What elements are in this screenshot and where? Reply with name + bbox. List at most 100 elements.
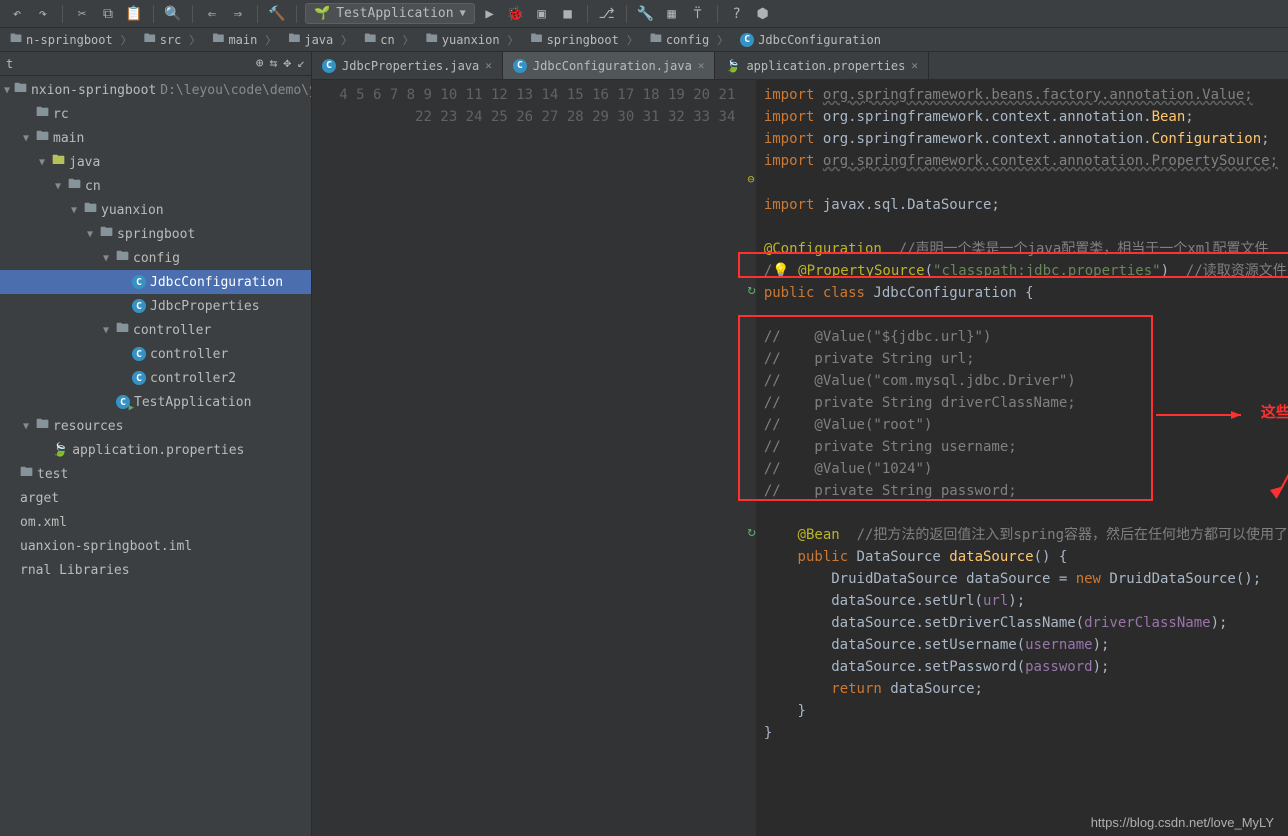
properties-icon: 🍃 xyxy=(52,443,68,458)
class-icon: C xyxy=(740,33,754,47)
code-content[interactable]: import org.springframework.beans.factory… xyxy=(756,80,1288,836)
project-sidebar: t ⊕ ⇆ ✥ ↙ ▼🖿nxion-springboot D:\leyou\co… xyxy=(0,52,312,836)
tree-item-rnal Libraries[interactable]: rnal Libraries xyxy=(0,558,311,582)
chevron-icon: ▼ xyxy=(20,133,32,144)
cut-icon[interactable]: ✂ xyxy=(71,3,93,25)
run-config-label: TestApplication xyxy=(336,6,453,21)
folder-icon: 🖿 xyxy=(14,79,27,101)
tab-JdbcProperties.java[interactable]: CJdbcProperties.java✕ xyxy=(312,52,503,79)
chevron-icon: ▼ xyxy=(100,325,112,336)
chevron-icon: ▼ xyxy=(52,181,64,192)
annotation-text: 这些就不需要了，注释或者删掉 xyxy=(1261,402,1288,424)
tree-item-rc[interactable]: 🖿rc xyxy=(0,102,311,126)
tab-application.properties[interactable]: 🍃application.properties✕ xyxy=(715,52,929,79)
forward-icon[interactable]: ⇒ xyxy=(227,3,249,25)
hierarchy-icon[interactable]: ⍡ xyxy=(687,3,709,25)
breadcrumb-JdbcConfiguration[interactable]: CJdbcConfiguration xyxy=(734,33,895,47)
gutter-run-icon[interactable]: ↻ xyxy=(747,282,755,298)
main-toolbar: ↶ ↷ ✂ ⧉ 📋 🔍 ⇐ ⇒ 🔨 🌱 TestApplication ▼ ▶ … xyxy=(0,0,1288,28)
folder-icon: 🖿 xyxy=(426,29,438,50)
chevron-down-icon: ▼ xyxy=(460,8,466,19)
tree-item-resources[interactable]: ▼🖿resources xyxy=(0,414,311,438)
breadcrumb-yuanxion[interactable]: 🖿yuanxion xyxy=(420,29,525,50)
breadcrumb-cn[interactable]: 🖿cn xyxy=(358,29,419,50)
class-icon: C xyxy=(132,347,146,361)
line-gutter: 4 5 6 7 8 9 10 11 12 13 14 15 16 17 18 1… xyxy=(312,80,745,836)
class-icon: C xyxy=(132,371,146,385)
folder-icon: 🖿 xyxy=(36,415,49,437)
tree-item-controller[interactable]: Ccontroller xyxy=(0,342,311,366)
tree-item-controller2[interactable]: Ccontroller2 xyxy=(0,366,311,390)
breadcrumb-main[interactable]: 🖿main xyxy=(206,29,282,50)
settings-icon[interactable]: ✥ xyxy=(283,56,291,71)
package-icon: 🖿 xyxy=(84,199,97,221)
tree-item-main[interactable]: ▼🖿main xyxy=(0,126,311,150)
close-icon[interactable]: ✕ xyxy=(485,59,492,72)
gutter-bean-icon[interactable]: ↻ xyxy=(747,524,755,540)
breadcrumb-java[interactable]: 🖿java xyxy=(282,29,358,50)
breadcrumb-springboot[interactable]: 🖿springboot xyxy=(525,29,644,50)
chevron-icon: ▼ xyxy=(68,205,80,216)
sidebar-header: t ⊕ ⇆ ✥ ↙ xyxy=(0,52,311,76)
debug-icon[interactable]: 🐞 xyxy=(505,3,527,25)
class-icon: C xyxy=(322,59,336,73)
project-tree[interactable]: ▼🖿nxion-springboot D:\leyou\code\demo\yu… xyxy=(0,76,311,836)
wrench-icon[interactable]: 🔧 xyxy=(635,3,657,25)
package-icon: 🖿 xyxy=(116,247,129,269)
tree-item-om.xml[interactable]: om.xml xyxy=(0,510,311,534)
folder-icon: 🖿 xyxy=(212,29,224,50)
close-icon[interactable]: ✕ xyxy=(911,59,918,72)
sidebar-title: t xyxy=(6,57,13,71)
class-icon: C xyxy=(132,299,146,313)
annotation-box-1 xyxy=(738,252,1288,278)
tree-item-springboot[interactable]: ▼🖿springboot xyxy=(0,222,311,246)
run-configuration-selector[interactable]: 🌱 TestApplication ▼ xyxy=(305,3,475,24)
stop-icon[interactable]: ■ xyxy=(557,3,579,25)
tree-item-nxion-springboot[interactable]: ▼🖿nxion-springboot D:\leyou\code\demo\yu… xyxy=(0,78,311,102)
tree-item-test[interactable]: 🖿test xyxy=(0,462,311,486)
undo-icon[interactable]: ↶ xyxy=(6,3,28,25)
tree-item-uanxion-springboot.iml[interactable]: uanxion-springboot.iml xyxy=(0,534,311,558)
tree-item-config[interactable]: ▼🖿config xyxy=(0,246,311,270)
build-icon[interactable]: 🔨 xyxy=(266,3,288,25)
close-icon[interactable]: ✕ xyxy=(698,59,705,72)
annotation-box-2 xyxy=(738,315,1153,501)
properties-icon: 🍃 xyxy=(725,59,740,73)
tree-item-application.properties[interactable]: 🍃application.properties xyxy=(0,438,311,462)
tree-item-yuanxion[interactable]: ▼🖿yuanxion xyxy=(0,198,311,222)
code-editor[interactable]: 4 5 6 7 8 9 10 11 12 13 14 15 16 17 18 1… xyxy=(312,80,1288,836)
help-icon[interactable]: ? xyxy=(726,3,748,25)
tree-item-JdbcConfiguration[interactable]: CJdbcConfiguration xyxy=(0,270,311,294)
collapse-icon[interactable]: ⇆ xyxy=(270,56,278,71)
class-run-icon: C▶ xyxy=(116,395,130,409)
tree-item-TestApplication[interactable]: C▶TestApplication xyxy=(0,390,311,414)
find-icon[interactable]: 🔍 xyxy=(162,3,184,25)
breadcrumb-n-springboot[interactable]: 🖿n-springboot xyxy=(4,29,138,50)
structure-icon[interactable]: ▦ xyxy=(661,3,683,25)
paste-icon[interactable]: 📋 xyxy=(123,3,145,25)
run-icon[interactable]: ▶ xyxy=(479,3,501,25)
tree-item-java[interactable]: ▼🖿java xyxy=(0,150,311,174)
tree-item-cn[interactable]: ▼🖿cn xyxy=(0,174,311,198)
tab-JdbcConfiguration.java[interactable]: CJdbcConfiguration.java✕ xyxy=(503,52,716,79)
breadcrumb-config[interactable]: 🖿config xyxy=(644,29,734,50)
back-icon[interactable]: ⇐ xyxy=(201,3,223,25)
coverage-icon[interactable]: ▣ xyxy=(531,3,553,25)
locate-icon[interactable]: ⊕ xyxy=(256,56,264,71)
gutter-fold-icon[interactable]: ⊖ xyxy=(747,172,754,186)
vcs-icon[interactable]: ⎇ xyxy=(596,3,618,25)
folder-icon: 🖿 xyxy=(36,103,49,125)
folder-icon: 🖿 xyxy=(650,29,662,50)
class-icon: C xyxy=(513,59,527,73)
hide-icon[interactable]: ↙ xyxy=(297,56,305,71)
class-icon: C xyxy=(132,275,146,289)
codota-icon[interactable]: ⬢ xyxy=(752,3,774,25)
redo-icon[interactable]: ↷ xyxy=(32,3,54,25)
tree-item-arget[interactable]: arget xyxy=(0,486,311,510)
folder-icon: 🖿 xyxy=(144,29,156,50)
tree-item-controller[interactable]: ▼🖿controller xyxy=(0,318,311,342)
chevron-icon: ▼ xyxy=(84,229,96,240)
copy-icon[interactable]: ⧉ xyxy=(97,3,119,25)
tree-item-JdbcProperties[interactable]: CJdbcProperties xyxy=(0,294,311,318)
breadcrumb-src[interactable]: 🖿src xyxy=(138,29,207,50)
